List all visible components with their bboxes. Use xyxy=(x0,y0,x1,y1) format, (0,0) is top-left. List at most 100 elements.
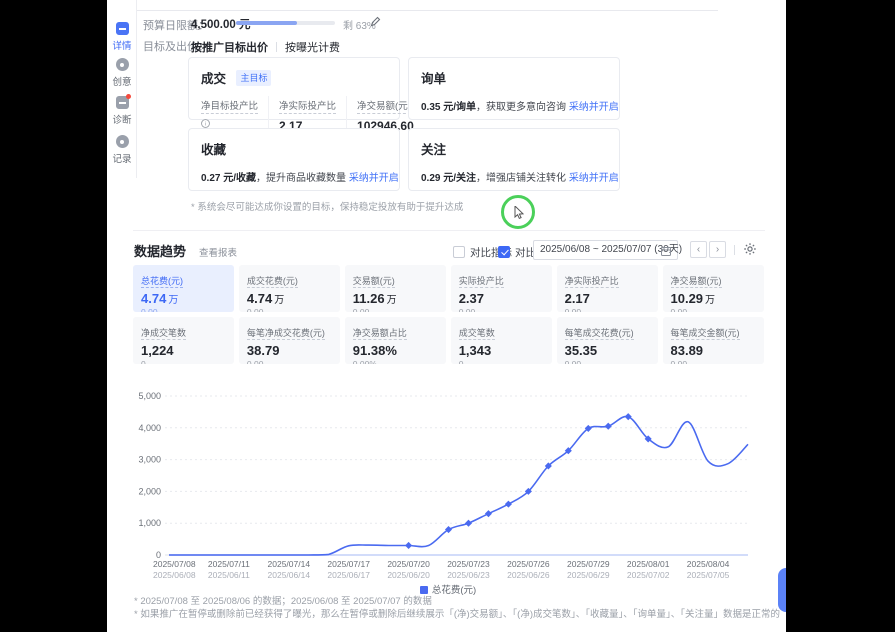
side-drawer-handle[interactable] xyxy=(778,568,786,612)
next-period-button[interactable]: › xyxy=(709,241,726,258)
controls-divider xyxy=(734,245,735,255)
stat-value: 4.74万 xyxy=(247,291,332,306)
svg-text:2025/07/23: 2025/07/23 xyxy=(447,559,490,569)
svg-text:2025/06/17: 2025/06/17 xyxy=(327,570,370,580)
stat-label: 净实际投产比 xyxy=(565,274,619,288)
data-point-marker[interactable] xyxy=(605,423,612,430)
card-title: 询单 xyxy=(421,68,446,87)
stat-compare-value: 0.00 xyxy=(459,307,544,312)
adopt-and-enable-link[interactable]: 采纳并开启 xyxy=(349,173,399,184)
stat-label: 成交笔数 xyxy=(459,326,495,340)
sidebar-item-4[interactable]: 记录 xyxy=(107,135,137,165)
svg-text:1,000: 1,000 xyxy=(138,518,161,528)
bid-option-1[interactable]: 按推广目标出价 xyxy=(191,42,268,54)
section-divider xyxy=(133,230,765,231)
goal-card-favorite[interactable]: 收藏0.27 元/收藏，提升商品收藏数量 采纳并开启 xyxy=(188,128,400,191)
data-point-marker[interactable] xyxy=(465,520,472,527)
stat-value: 2.17 xyxy=(565,291,650,306)
svg-text:2025/07/11: 2025/07/11 xyxy=(208,559,250,569)
svg-text:2025/07/08: 2025/07/08 xyxy=(153,559,196,569)
main-goal-badge: 主目标 xyxy=(236,70,271,86)
data-point-marker[interactable] xyxy=(505,501,512,508)
card-description: 0.35 元/询单，获取更多意向咨询 采纳并开启 xyxy=(421,98,607,113)
stat-compare-value: 0.00 xyxy=(565,359,650,364)
stat-label: 每笔成交金额(元) xyxy=(671,326,740,340)
bid-options: 按推广目标出价 按曝光计费 xyxy=(191,38,340,56)
content-page: 详情创意诊断记录 预算日限额： 4,500.00 元 剩 63% 目标及出价： … xyxy=(107,0,786,632)
sidebar-item-2[interactable]: 创意 xyxy=(107,58,137,88)
goal-card-deal[interactable]: 成交 主目标 净目标投产比 i2.45 净实际投产比2.17净交易额(元)102… xyxy=(188,57,400,120)
calendar-icon xyxy=(661,246,671,256)
stat-value: 91.38% xyxy=(353,343,438,358)
stat-tile-7[interactable]: 净成交笔数 1,2240 xyxy=(133,317,234,364)
data-point-marker[interactable] xyxy=(485,510,492,517)
stat-value: 38.79 xyxy=(247,343,332,358)
stat-tile-1[interactable]: 总花费(元)4.74万0.00 xyxy=(133,265,234,312)
stat-label: 净交易额(元) xyxy=(671,274,722,288)
stat-label: 成交花费(元) xyxy=(247,274,298,288)
svg-text:2025/06/23: 2025/06/23 xyxy=(447,570,490,580)
stat-tile-8[interactable]: 每笔净成交花费(元)38.790.00 xyxy=(239,317,340,364)
stat-tile-12[interactable]: 每笔成交金额(元)83.890.00 xyxy=(663,317,764,364)
goal-card-inquiry[interactable]: 询单 0.35 元/询单，获取更多意向咨询 采纳并开启 xyxy=(408,57,620,120)
budget-slider[interactable] xyxy=(236,21,335,25)
legend-label: 总花费(元) xyxy=(432,585,476,596)
deal-metric-label: 净实际投产比 xyxy=(279,98,336,114)
svg-text:2025/06/11: 2025/06/11 xyxy=(208,570,250,580)
date-range-picker[interactable]: 2025/06/08 ~ 2025/07/07 (30天) xyxy=(533,240,678,260)
sidebar-item-label: 记录 xyxy=(107,151,137,165)
sidebar-item-label: 创意 xyxy=(107,74,137,88)
stat-value: 1,224 xyxy=(141,343,226,358)
stat-label: 每笔净成交花费(元) xyxy=(247,326,325,340)
alert-dot-badge xyxy=(126,94,131,99)
compare-metric-box[interactable] xyxy=(453,246,465,258)
stat-value: 2.37 xyxy=(459,291,544,306)
stat-value: 4.74万 xyxy=(141,291,226,306)
svg-text:2025/07/20: 2025/07/20 xyxy=(387,559,430,569)
adopt-and-enable-link[interactable]: 采纳并开启 xyxy=(569,173,619,184)
diagnose-icon xyxy=(116,96,129,109)
stat-label: 净交易额占比 xyxy=(353,326,407,340)
total-cost-line xyxy=(169,416,748,555)
stat-value: 10.29万 xyxy=(671,291,756,306)
sidebar-item-1[interactable]: 详情 xyxy=(107,22,137,52)
stat-label: 实际投产比 xyxy=(459,274,504,288)
svg-text:2025/07/14: 2025/07/14 xyxy=(268,559,311,569)
chart-footnote-2: * 如果推广在暂停或删除前已经获得了曝光，那么在暂停或删除后继续展示「(净)交易… xyxy=(134,606,780,620)
bid-option-2[interactable]: 按曝光计费 xyxy=(285,42,340,54)
compare-time-box[interactable] xyxy=(498,246,510,258)
prev-period-button[interactable]: ‹ xyxy=(690,241,707,258)
data-point-marker[interactable] xyxy=(405,542,412,549)
stat-tile-5[interactable]: 净实际投产比2.170.00 xyxy=(557,265,658,312)
stat-compare-value: 0 xyxy=(141,359,226,364)
clock-icon xyxy=(116,135,129,148)
svg-text:2025/07/26: 2025/07/26 xyxy=(507,559,550,569)
stat-tile-6[interactable]: 净交易额(元) 10.29万0.00 xyxy=(663,265,764,312)
budget-slider-fill xyxy=(236,21,297,25)
deal-metric-label: 净目标投产比 xyxy=(201,98,258,114)
svg-text:2025/06/08: 2025/06/08 xyxy=(153,570,196,580)
view-report-link[interactable]: 查看报表 xyxy=(199,245,237,259)
trend-line-chart[interactable]: 01,0002,0003,0004,0005,0002025/07/082025… xyxy=(133,388,763,584)
goal-card-follow[interactable]: 关注0.29 元/关注，增强店铺关注转化 采纳并开启 xyxy=(408,128,620,191)
card-description: 0.27 元/收藏，提升商品收藏数量 采纳并开启 xyxy=(201,169,387,184)
stat-compare-value: 0.00 xyxy=(141,307,226,312)
stat-value: 83.89 xyxy=(671,343,756,358)
settings-gear-icon[interactable] xyxy=(743,242,757,256)
stat-label: 净成交笔数 xyxy=(141,326,186,340)
adopt-and-enable-link[interactable]: 采纳并开启 xyxy=(569,102,619,113)
svg-text:2025/07/02: 2025/07/02 xyxy=(627,570,670,580)
info-icon[interactable]: i xyxy=(201,119,210,128)
svg-text:4,000: 4,000 xyxy=(138,423,161,433)
edit-budget-icon[interactable] xyxy=(370,16,381,27)
deal-metric-label: 净交易额(元) xyxy=(357,98,411,114)
stat-compare-value: 0.00 xyxy=(671,307,756,312)
sidebar-item-3[interactable]: 诊断 xyxy=(107,96,137,126)
stat-tile-10[interactable]: 成交笔数1,3430 xyxy=(451,317,552,364)
stat-tile-4[interactable]: 实际投产比 2.370.00 xyxy=(451,265,552,312)
stat-tile-2[interactable]: 成交花费(元)4.74万0.00 xyxy=(239,265,340,312)
stat-tile-9[interactable]: 净交易额占比91.38%0.00% xyxy=(345,317,446,364)
stat-tile-3[interactable]: 交易额(元)11.26万0.00 xyxy=(345,265,446,312)
stat-tile-11[interactable]: 每笔成交花费(元)35.350.00 xyxy=(557,317,658,364)
stat-label: 每笔成交花费(元) xyxy=(565,326,634,340)
